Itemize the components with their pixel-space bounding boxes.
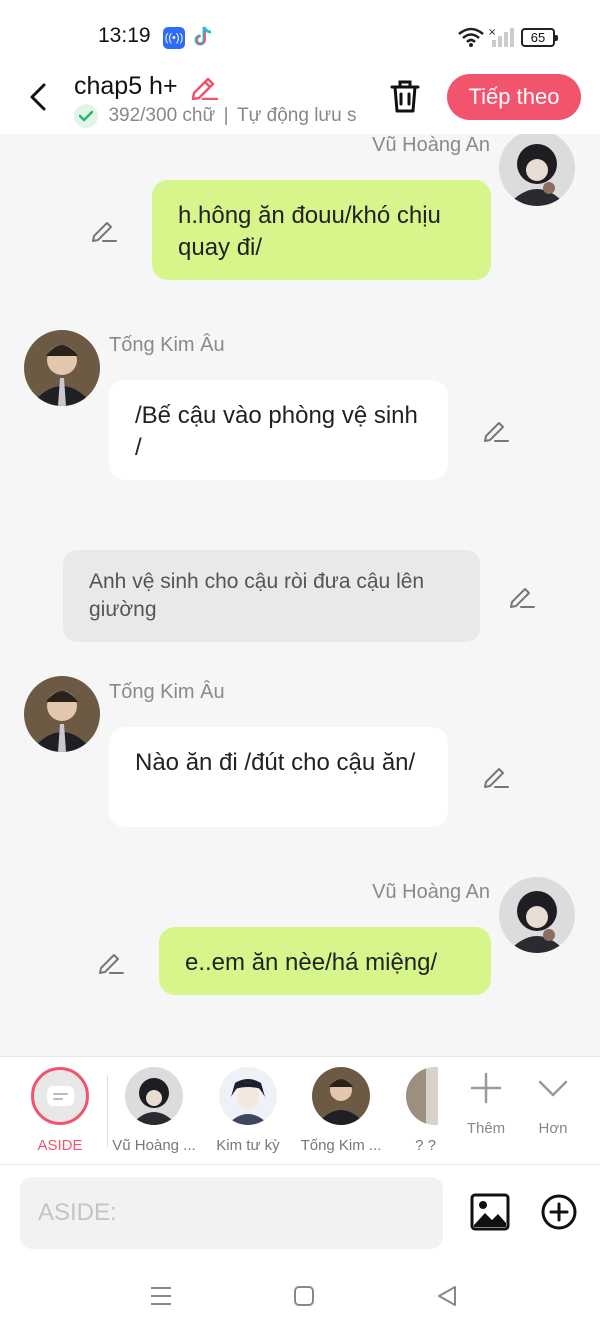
speaker-name: Tống Kim Âu xyxy=(109,681,225,703)
more-label: Hơn xyxy=(538,1120,568,1137)
avatar[interactable] xyxy=(499,134,575,206)
next-button[interactable]: Tiếp theo xyxy=(447,74,581,120)
word-count: 392/300 chữ xyxy=(108,105,216,126)
edit-title-pencil-icon[interactable] xyxy=(189,72,219,100)
status-bar: 13:19 ((•)) × 65 xyxy=(0,0,600,72)
speaker-name: Vũ Hoàng An xyxy=(372,881,490,903)
save-status: 392/300 chữ | Tự động lưu s xyxy=(74,104,364,132)
svg-text:×: × xyxy=(488,27,496,38)
speaker-name: Tống Kim Âu xyxy=(109,334,225,356)
edit-pencil-icon[interactable] xyxy=(508,582,536,610)
message-bubble[interactable]: h.hông ăn đouu/khó chịu quay đi/ xyxy=(152,180,491,280)
avatar xyxy=(312,1067,370,1125)
message-input[interactable] xyxy=(20,1177,443,1249)
wifi-icon xyxy=(458,27,484,47)
avatar xyxy=(125,1067,183,1125)
tiktok-icon xyxy=(194,26,212,46)
chat-area[interactable]: Vũ Hoàng An h.hông ăn đouu/khó chịu quay… xyxy=(0,134,600,1056)
edit-pencil-icon[interactable] xyxy=(97,948,125,976)
role-kim-tu-ky[interactable]: Kim tư kỳ xyxy=(203,1067,293,1163)
trash-icon[interactable] xyxy=(388,78,422,114)
menu-icon[interactable] xyxy=(149,1284,173,1308)
system-nav-bar xyxy=(0,1260,600,1333)
avatar[interactable] xyxy=(499,877,575,953)
divider xyxy=(107,1075,108,1147)
plus-icon xyxy=(470,1072,502,1104)
editor-header: chap5 h+ 392/300 chữ | Tự động lưu s Tiế… xyxy=(0,72,600,134)
signal-icon: × xyxy=(488,27,514,47)
add-circle-icon[interactable] xyxy=(540,1193,578,1231)
role-label: Kim tư kỳ xyxy=(216,1137,280,1154)
check-icon xyxy=(74,104,98,128)
battery-icon: 65 xyxy=(521,28,558,47)
radio-app-icon: ((•)) xyxy=(163,27,185,49)
separator: | xyxy=(223,105,229,126)
image-icon[interactable] xyxy=(470,1193,510,1231)
role-label: ? ? xyxy=(415,1137,436,1154)
role-tong-kim-au[interactable]: Tống Kim ... xyxy=(296,1067,386,1163)
speaker-name: Vũ Hoàng An xyxy=(372,134,490,156)
page-title[interactable]: chap5 h+ xyxy=(74,72,178,101)
message-bubble[interactable]: /Bế cậu vào phòng vệ sinh / xyxy=(109,380,448,480)
role-unknown[interactable]: ? ? xyxy=(378,1067,438,1163)
edit-pencil-icon[interactable] xyxy=(482,416,510,444)
avatar xyxy=(406,1067,438,1125)
add-role-button[interactable]: Thêm xyxy=(456,1071,516,1137)
role-label: Vũ Hoàng ... xyxy=(112,1137,196,1154)
autosave-text: Tự động lưu s xyxy=(237,105,357,126)
role-label: Tống Kim ... xyxy=(300,1137,382,1154)
role-aside[interactable]: ASIDE xyxy=(15,1067,105,1163)
aside-bubble[interactable]: Anh vệ sinh cho cậu ròi đưa cậu lên giườ… xyxy=(63,550,480,642)
role-selector-bar: ASIDE Vũ Hoàng ... Kim tư kỳ Tống Kim ..… xyxy=(0,1056,600,1164)
back-arrow-icon[interactable] xyxy=(24,80,54,114)
status-time: 13:19 xyxy=(98,24,151,47)
home-icon[interactable] xyxy=(292,1284,316,1308)
more-button[interactable]: Hơn xyxy=(523,1071,583,1137)
avatar[interactable] xyxy=(24,330,100,406)
avatar[interactable] xyxy=(24,676,100,752)
edit-pencil-icon[interactable] xyxy=(90,216,118,244)
message-bubble[interactable]: e..em ăn nèe/há miệng/ xyxy=(159,927,491,995)
add-label: Thêm xyxy=(466,1120,506,1137)
chevron-down-icon xyxy=(538,1080,568,1097)
aside-icon xyxy=(31,1067,89,1125)
back-triangle-icon[interactable] xyxy=(435,1284,459,1308)
avatar xyxy=(219,1067,277,1125)
input-bar xyxy=(0,1164,600,1260)
message-bubble[interactable]: Nào ăn đi /đút cho cậu ăn/ xyxy=(109,727,448,827)
role-label: ASIDE xyxy=(37,1137,83,1154)
edit-pencil-icon[interactable] xyxy=(482,762,510,790)
role-vu-hoang-an[interactable]: Vũ Hoàng ... xyxy=(109,1067,199,1163)
